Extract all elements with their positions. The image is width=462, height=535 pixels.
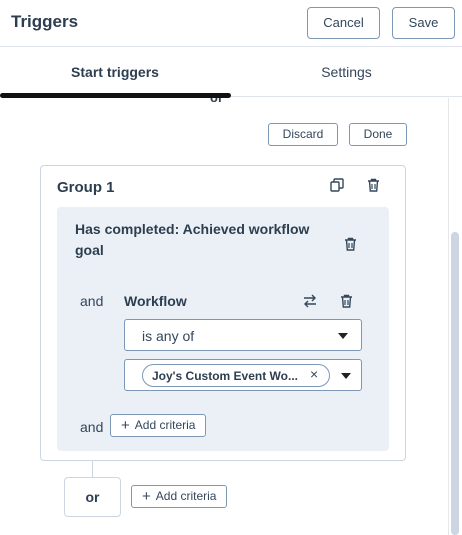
property-label: Workflow	[124, 293, 187, 309]
cancel-button[interactable]: Cancel	[307, 7, 380, 39]
operator-select[interactable]: is any of	[124, 319, 362, 351]
header: Triggers Cancel Save	[0, 0, 462, 47]
trash-icon[interactable]	[367, 178, 380, 192]
condition-title: Has completed: Achieved workflow goal	[75, 221, 310, 258]
trash-icon[interactable]	[344, 237, 357, 251]
trigger-editor: or Discard Done Group 1 Has completed: A…	[0, 98, 447, 535]
group-connector-line	[92, 461, 93, 477]
add-criteria-button[interactable]: + Add criteria	[110, 414, 207, 437]
and-connector-label: and	[80, 419, 104, 435]
page-title: Triggers	[11, 12, 79, 31]
discard-button[interactable]: Discard	[268, 123, 338, 146]
done-button[interactable]: Done	[349, 123, 407, 146]
caret-down-icon	[338, 333, 348, 339]
add-criteria-label: Add criteria	[155, 489, 217, 503]
or-group-button[interactable]: or	[64, 477, 121, 517]
clone-icon[interactable]	[330, 178, 344, 192]
scrollbar-thumb[interactable]	[451, 232, 459, 535]
caret-down-icon	[341, 373, 351, 379]
tab-start-triggers[interactable]: Start triggers	[0, 47, 230, 97]
save-button[interactable]: Save	[392, 7, 455, 39]
clipped-text: or	[210, 98, 223, 105]
tab-settings[interactable]: Settings	[231, 47, 462, 97]
add-criteria-label: Add criteria	[134, 418, 196, 432]
filter-group-card: Group 1 Has completed: Achieved workflow…	[40, 165, 406, 461]
value-multiselect[interactable]: Joy's Custom Event Wo... ×	[124, 359, 362, 391]
selected-value-chip: Joy's Custom Event Wo... ×	[142, 364, 330, 387]
plus-icon: +	[121, 417, 130, 434]
swap-icon[interactable]	[303, 294, 317, 308]
close-icon[interactable]: ×	[310, 366, 318, 382]
trash-icon[interactable]	[340, 294, 353, 308]
condition-panel: Has completed: Achieved workflow goal an…	[57, 207, 389, 451]
plus-icon: +	[142, 488, 151, 505]
add-criteria-button[interactable]: + Add criteria	[131, 485, 228, 508]
tab-bar: Start triggers Settings	[0, 47, 462, 97]
and-connector-label: and	[80, 293, 104, 309]
group-title: Group 1	[57, 179, 115, 196]
operator-value: is any of	[142, 328, 195, 344]
chip-label: Joy's Custom Event Wo...	[152, 369, 298, 383]
